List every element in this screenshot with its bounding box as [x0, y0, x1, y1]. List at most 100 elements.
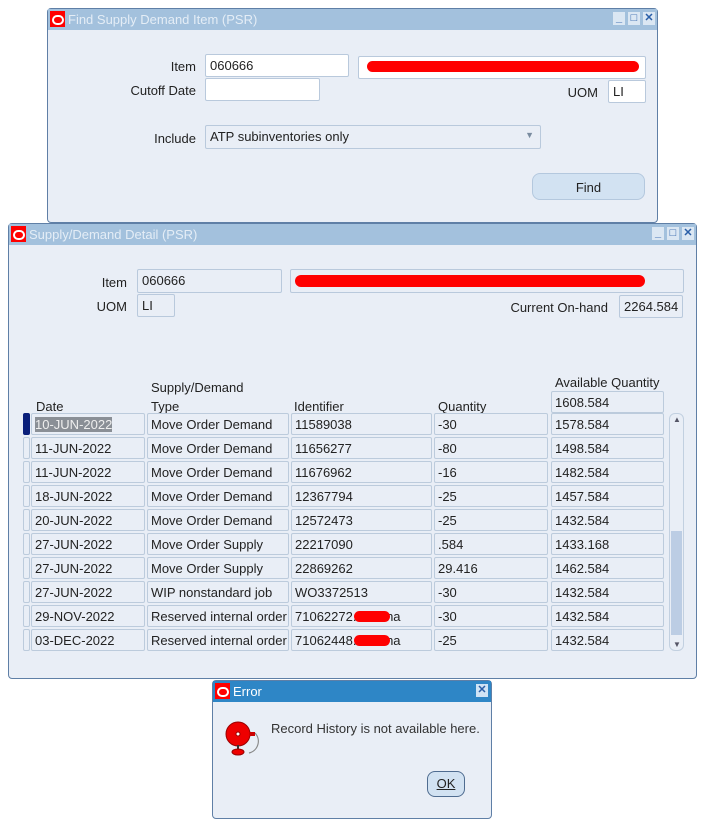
cell-date[interactable]: 03-DEC-2022: [31, 629, 145, 651]
item-field[interactable]: 060666: [137, 269, 282, 293]
cell-identifier[interactable]: 22869262: [291, 557, 432, 579]
cell-type[interactable]: Reserved internal order: [147, 629, 289, 651]
cell-date[interactable]: 18-JUN-2022: [31, 485, 145, 507]
row-selector[interactable]: [23, 509, 30, 531]
row-selector[interactable]: [23, 461, 30, 483]
item-description-field[interactable]: [358, 56, 646, 79]
vertical-scrollbar[interactable]: ▲ ▼: [669, 413, 684, 651]
cell-identifier[interactable]: 22217090: [291, 533, 432, 555]
opening-available-field[interactable]: 1608.584: [551, 391, 664, 413]
cell-date[interactable]: 27-JUN-2022: [31, 557, 145, 579]
item-input[interactable]: 060666: [205, 54, 349, 77]
cell-quantity[interactable]: -30: [434, 581, 548, 603]
cell-available[interactable]: 1498.584: [551, 437, 664, 459]
cell-quantity[interactable]: -25: [434, 485, 548, 507]
row-selector[interactable]: [23, 605, 30, 627]
scroll-thumb[interactable]: [671, 531, 682, 635]
cell-available[interactable]: 1432.584: [551, 605, 664, 627]
date-value: 27-JUN-2022: [35, 561, 113, 576]
header-available-quantity: Available Quantity: [555, 375, 660, 390]
minimize-icon[interactable]: _: [613, 12, 625, 25]
cell-identifier[interactable]: 11589038: [291, 413, 432, 435]
identifier-value: 22217090: [295, 537, 353, 552]
maximize-icon[interactable]: □: [628, 12, 640, 25]
cell-identifier[interactable]: 12572473: [291, 509, 432, 531]
title-bar[interactable]: Error ✕: [213, 681, 491, 702]
date-value: 20-JUN-2022: [35, 513, 113, 528]
cell-type[interactable]: Move Order Supply: [147, 533, 289, 555]
row-selector[interactable]: [23, 581, 30, 603]
cell-available[interactable]: 1457.584: [551, 485, 664, 507]
scroll-down-icon[interactable]: ▼: [673, 640, 681, 649]
date-value: 11-JUN-2022: [35, 465, 112, 480]
row-selector[interactable]: [23, 413, 30, 435]
quantity-value: -16: [438, 465, 457, 480]
close-icon[interactable]: ✕: [476, 684, 488, 697]
cell-identifier[interactable]: 11656277: [291, 437, 432, 459]
cell-quantity[interactable]: .584: [434, 533, 548, 555]
identifier-value: WO3372513: [295, 585, 368, 600]
row-selector[interactable]: [23, 533, 30, 555]
identifier-value: 11589038: [295, 417, 352, 432]
row-selector[interactable]: [23, 485, 30, 507]
close-icon[interactable]: ✕: [682, 227, 694, 240]
cell-identifier[interactable]: 11676962: [291, 461, 432, 483]
cell-date[interactable]: 11-JUN-2022: [31, 461, 145, 483]
close-icon[interactable]: ✕: [643, 12, 655, 25]
cell-type[interactable]: Move Order Supply: [147, 557, 289, 579]
cell-identifier[interactable]: 71062272. Interna: [291, 605, 432, 627]
minimize-icon[interactable]: _: [652, 227, 664, 240]
uom-label: UOM: [567, 85, 598, 100]
cell-available[interactable]: 1578.584: [551, 413, 664, 435]
cell-date[interactable]: 29-NOV-2022: [31, 605, 145, 627]
error-message: Record History is not available here.: [271, 721, 480, 736]
uom-label: UOM: [96, 299, 127, 314]
item-description-field[interactable]: [290, 269, 684, 293]
scroll-up-icon[interactable]: ▲: [673, 415, 681, 424]
identifier-value: 12572473: [295, 513, 353, 528]
uom-input[interactable]: LI: [608, 80, 646, 103]
cell-quantity[interactable]: -25: [434, 629, 548, 651]
cell-quantity[interactable]: -30: [434, 605, 548, 627]
cell-identifier[interactable]: 71062448. Interna: [291, 629, 432, 651]
ok-button[interactable]: OK: [427, 771, 465, 797]
cell-identifier[interactable]: 12367794: [291, 485, 432, 507]
cell-type[interactable]: Move Order Demand: [147, 509, 289, 531]
cell-date[interactable]: 10-JUN-2022: [31, 413, 145, 435]
cell-available[interactable]: 1482.584: [551, 461, 664, 483]
row-selector[interactable]: [23, 629, 30, 651]
maximize-icon[interactable]: □: [667, 227, 679, 240]
include-select[interactable]: ATP subinventories only ▼: [205, 125, 541, 149]
type-value: Move Order Supply: [151, 537, 263, 552]
cell-quantity[interactable]: -25: [434, 509, 548, 531]
cell-type[interactable]: WIP nonstandard job: [147, 581, 289, 603]
row-selector[interactable]: [23, 437, 30, 459]
cell-available[interactable]: 1432.584: [551, 629, 664, 651]
cell-available[interactable]: 1462.584: [551, 557, 664, 579]
current-onhand-field[interactable]: 2264.584: [619, 295, 683, 318]
cell-quantity[interactable]: 29.416: [434, 557, 548, 579]
cell-identifier[interactable]: WO3372513: [291, 581, 432, 603]
cell-quantity[interactable]: -80: [434, 437, 548, 459]
cell-date[interactable]: 27-JUN-2022: [31, 581, 145, 603]
cell-available[interactable]: 1432.584: [551, 509, 664, 531]
cell-quantity[interactable]: -16: [434, 461, 548, 483]
cell-date[interactable]: 27-JUN-2022: [31, 533, 145, 555]
cell-type[interactable]: Move Order Demand: [147, 485, 289, 507]
cell-type[interactable]: Move Order Demand: [147, 461, 289, 483]
cell-type[interactable]: Reserved internal order: [147, 605, 289, 627]
cell-available[interactable]: 1432.584: [551, 581, 664, 603]
uom-field[interactable]: LI: [137, 294, 175, 317]
cell-date[interactable]: 20-JUN-2022: [31, 509, 145, 531]
title-bar[interactable]: Supply/Demand Detail (PSR) _ □ ✕: [9, 224, 696, 245]
cell-quantity[interactable]: -30: [434, 413, 548, 435]
cell-available[interactable]: 1433.168: [551, 533, 664, 555]
row-selector[interactable]: [23, 557, 30, 579]
cutoff-date-input[interactable]: [205, 78, 320, 101]
title-bar[interactable]: Find Supply Demand Item (PSR) _ □ ✕: [48, 9, 657, 30]
cell-date[interactable]: 11-JUN-2022: [31, 437, 145, 459]
cell-type[interactable]: Move Order Demand: [147, 413, 289, 435]
find-button[interactable]: Find: [532, 173, 645, 200]
cell-type[interactable]: Move Order Demand: [147, 437, 289, 459]
type-value: Move Order Demand: [151, 441, 273, 456]
